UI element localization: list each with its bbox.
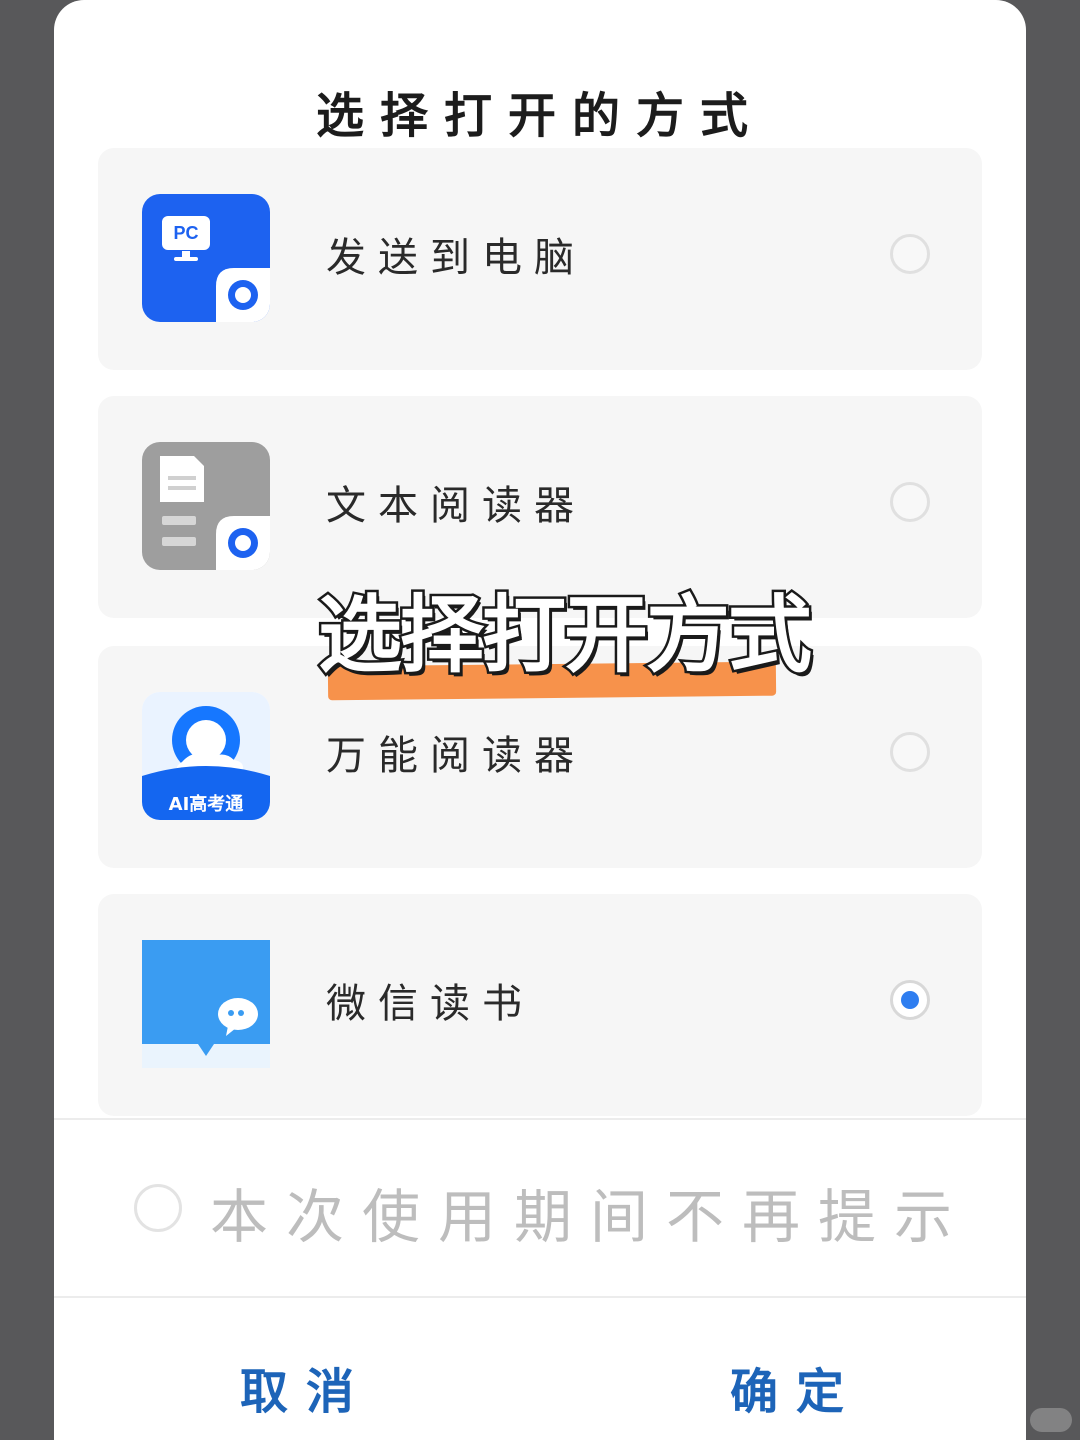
cancel-button[interactable]: 取消 [240, 1352, 372, 1422]
divider [54, 1296, 1026, 1298]
option-send-to-pc[interactable]: PC 发送到电脑 [98, 148, 982, 370]
watermark-logo [1030, 1408, 1072, 1432]
wechat-read-icon [142, 940, 270, 1068]
text-reader-icon [142, 442, 270, 570]
option-label: 文本阅读器 [326, 483, 586, 529]
open-with-dialog: 选择打开的方式 PC 发送到电脑 文本阅读器 AI高考通 万能阅读器 微信读书 … [54, 0, 1026, 1440]
divider [54, 1118, 1026, 1120]
option-label: 微信读书 [326, 981, 534, 1027]
option-radio[interactable] [890, 482, 930, 522]
remember-choice-label[interactable]: 本次使用期间不再提示 [210, 1170, 970, 1254]
option-label: 万能阅读器 [326, 733, 586, 779]
option-radio-selected[interactable] [890, 980, 930, 1020]
dialog-title: 选择打开的方式 [315, 88, 764, 144]
option-wechat-read[interactable]: 微信读书 [98, 894, 982, 1116]
confirm-button[interactable]: 确定 [730, 1352, 862, 1422]
pc-transfer-icon: PC [142, 194, 270, 322]
universal-reader-icon: AI高考通 [142, 692, 270, 820]
option-label: 发送到电脑 [326, 235, 586, 281]
svg-text:PC: PC [173, 223, 198, 243]
remember-choice-radio[interactable] [134, 1184, 182, 1232]
option-radio[interactable] [890, 234, 930, 274]
overlay-caption: 选择打开方式 [315, 584, 814, 687]
svg-text:AI高考通: AI高考通 [169, 793, 244, 815]
option-radio[interactable] [890, 732, 930, 772]
